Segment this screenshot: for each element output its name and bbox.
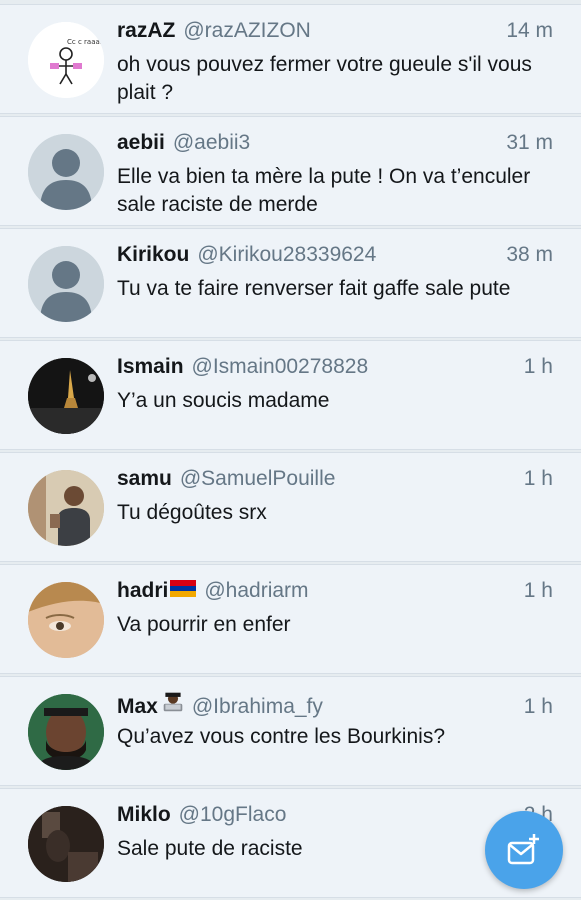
timestamp: 38 m (506, 243, 553, 266)
display-name[interactable]: Ismain (117, 355, 184, 379)
person-photo-icon (28, 470, 104, 546)
tweet-text: oh vous pouvez fermer votre gueule s'il … (117, 53, 532, 104)
tweet-text: Y’a un soucis madame (117, 389, 330, 412)
default-profile-avatar-icon (28, 134, 104, 210)
display-name[interactable]: hadri (117, 579, 168, 603)
user-handle[interactable]: @Ibrahima_fy (192, 695, 323, 719)
timestamp: 1 h (523, 695, 553, 718)
eiffel-tower-night-photo-icon (28, 358, 104, 434)
compose-message-button[interactable] (485, 811, 563, 889)
tweet-text: Va pourrir en enfer (117, 613, 291, 636)
user-handle[interactable]: @Kirikou28339624 (197, 243, 376, 267)
avatar[interactable] (28, 358, 104, 434)
tweet-row[interactable]: aebii @aebii3 31 m Elle va bien ta mère … (0, 116, 581, 226)
timestamp: 1 h (523, 467, 553, 490)
tweet-row[interactable]: Kirikou @Kirikou28339624 38 m Tu va te f… (0, 228, 581, 338)
user-handle[interactable]: @SamuelPouille (180, 467, 336, 491)
tweet-row[interactable]: samu @SamuelPouille 1 h Tu dégoûtes srx (0, 452, 581, 562)
avatar[interactable] (28, 806, 104, 882)
face-closeup-photo-icon (28, 582, 104, 658)
display-name[interactable]: razAZ (117, 19, 175, 43)
dark-photo-icon (28, 806, 104, 882)
avatar[interactable] (28, 134, 104, 210)
avatar[interactable] (28, 582, 104, 658)
notifications-feed: Cc c raaaz razAZ @razAZIZON 14 m oh vous… (0, 4, 581, 900)
user-handle[interactable]: @aebii3 (173, 131, 250, 155)
tweet-text: Tu dégoûtes srx (117, 501, 267, 524)
tweet-text: Elle va bien ta mère la pute ! On va t’e… (117, 165, 531, 216)
tweet-text: Qu’avez vous contre les Bourkinis? (117, 725, 445, 748)
user-handle[interactable]: @razAZIZON (183, 19, 311, 43)
display-name[interactable]: Miklo (117, 803, 171, 827)
display-name[interactable]: samu (117, 467, 172, 491)
timestamp: 1 h (523, 579, 553, 602)
compose-message-icon (507, 834, 539, 865)
tweet-row[interactable]: hadri @hadriarm 1 h Va pourrir en enfer (0, 564, 581, 674)
timestamp: 31 m (506, 131, 553, 154)
man-portrait-photo-icon (28, 694, 104, 770)
default-profile-avatar-icon (28, 246, 104, 322)
avatar[interactable]: Cc c raaaz (28, 22, 104, 98)
tweet-row[interactable]: Ismain @Ismain00278828 1 h Y’a un soucis… (0, 340, 581, 450)
technologist-emoji-icon (163, 692, 183, 712)
avatar[interactable] (28, 470, 104, 546)
stick-figure-avatar-icon: Cc c raaaz (28, 22, 104, 98)
avatar[interactable] (28, 246, 104, 322)
user-handle[interactable]: @hadriarm (204, 579, 308, 603)
user-handle[interactable]: @Ismain00278828 (192, 355, 369, 379)
timestamp: 14 m (506, 19, 553, 42)
avatar[interactable] (28, 694, 104, 770)
display-name[interactable]: aebii (117, 131, 165, 155)
display-name[interactable]: Max (117, 695, 158, 719)
display-name[interactable]: Kirikou (117, 243, 189, 267)
tweet-row[interactable]: Max @Ibrahima_fy 1 h Qu’avez vous contre… (0, 676, 581, 786)
avatar-caption: Cc c raaaz (67, 38, 104, 46)
armenia-flag-icon (170, 580, 197, 597)
tweet-text: Tu va te faire renverser fait gaffe sale… (117, 277, 511, 300)
user-handle[interactable]: @10gFlaco (179, 803, 287, 827)
tweet-row[interactable]: Cc c raaaz razAZ @razAZIZON 14 m oh vous… (0, 4, 581, 114)
timestamp: 1 h (523, 355, 553, 378)
